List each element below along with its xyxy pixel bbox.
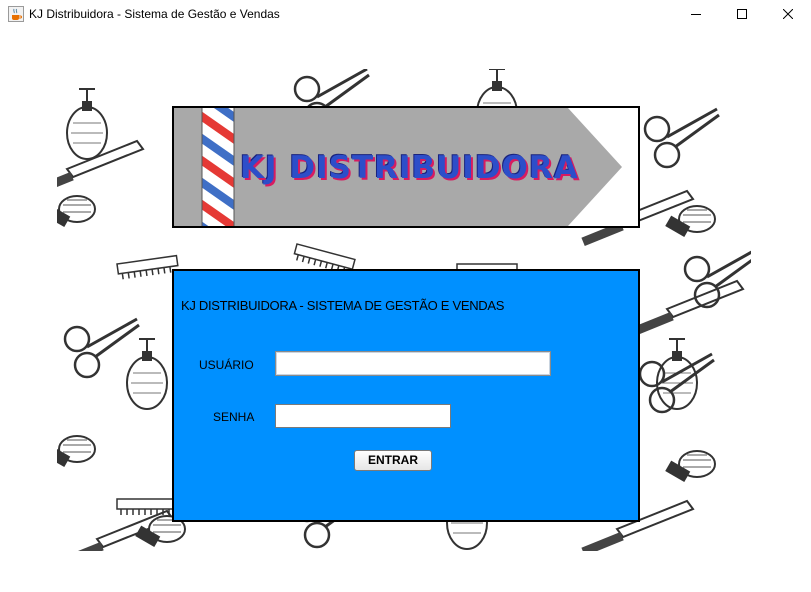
brand-banner: KJ DISTRIBUIDORA — [172, 106, 640, 228]
java-cup-icon — [8, 6, 24, 22]
login-button[interactable]: ENTRAR — [354, 450, 432, 471]
close-icon — [783, 9, 793, 19]
username-label: USUÁRIO — [199, 358, 254, 372]
password-label: SENHA — [213, 410, 255, 424]
username-field[interactable] — [275, 351, 551, 376]
close-button[interactable] — [765, 0, 811, 30]
banner-title: KJ DISTRIBUIDORA — [240, 150, 579, 186]
minimize-button[interactable] — [673, 0, 719, 30]
minimize-icon — [691, 14, 701, 15]
password-field[interactable] — [275, 404, 451, 428]
maximize-button[interactable] — [719, 0, 765, 30]
maximize-icon — [737, 9, 747, 19]
login-panel: KJ DISTRIBUIDORA - SISTEMA DE GESTÃO E V… — [172, 269, 640, 522]
window-title: KJ Distribuidora - Sistema de Gestão e V… — [29, 7, 280, 21]
login-heading: KJ DISTRIBUIDORA - SISTEMA DE GESTÃO E V… — [181, 298, 505, 313]
title-bar: KJ Distribuidora - Sistema de Gestão e V… — [0, 0, 811, 30]
